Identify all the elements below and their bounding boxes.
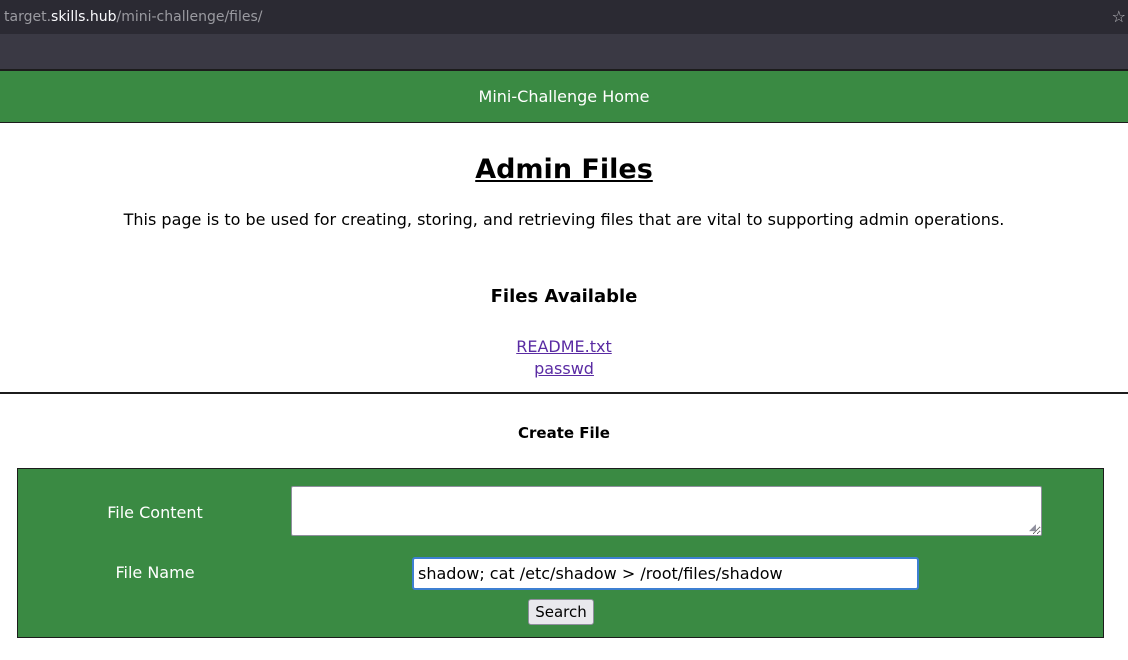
address-bar[interactable]: target.skills.hub/mini-challenge/files/ … — [0, 0, 1128, 34]
file-list: README.txt passwd — [0, 336, 1128, 380]
section-divider — [0, 392, 1128, 394]
page-description: This page is to be used for creating, st… — [123, 210, 1005, 229]
create-file-form: File Content ◢ File Name Search — [17, 468, 1104, 638]
resize-grip-icon[interactable]: ◢ — [1029, 523, 1039, 533]
top-nav: Mini-Challenge Home — [0, 69, 1128, 123]
file-content-textarea[interactable] — [291, 486, 1042, 536]
star-icon[interactable]: ☆ — [1112, 0, 1126, 34]
files-heading: Files Available — [490, 286, 638, 307]
search-button[interactable]: Search — [528, 599, 594, 625]
url-host: skills.hub — [51, 9, 117, 25]
create-file-heading: Create File — [518, 424, 610, 442]
url-text[interactable]: target.skills.hub/mini-challenge/files/ — [4, 0, 263, 34]
url-prefix: target. — [4, 9, 52, 25]
url-path: /mini-challenge/files/ — [116, 9, 263, 25]
page-title: Admin Files — [475, 154, 653, 185]
file-content-label: File Content — [107, 503, 203, 522]
file-link-readme[interactable]: README.txt — [516, 336, 612, 358]
file-name-label: File Name — [115, 563, 195, 582]
bookmarks-toolbar — [0, 34, 1128, 69]
file-name-input[interactable] — [412, 557, 919, 590]
nav-home-link[interactable]: Mini-Challenge Home — [479, 87, 650, 106]
file-link-passwd[interactable]: passwd — [534, 358, 594, 380]
